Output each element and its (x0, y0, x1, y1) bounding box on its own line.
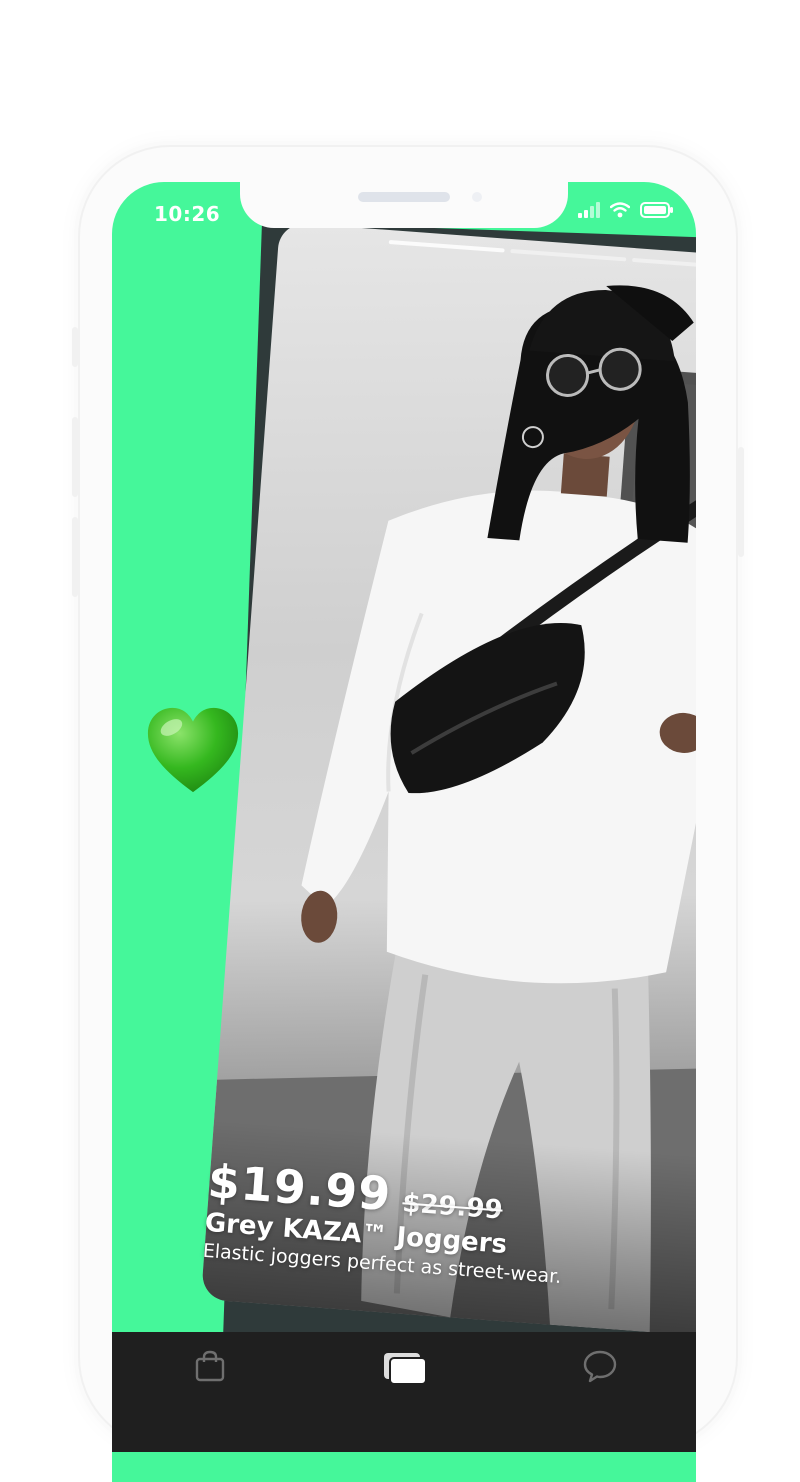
tab-bar (112, 1332, 696, 1452)
speaker-grille (358, 192, 450, 202)
shopping-bag-icon (195, 1350, 225, 1382)
green-heart-icon (147, 707, 239, 793)
wifi-icon (610, 202, 630, 218)
side-button (72, 417, 78, 497)
side-button (72, 517, 78, 597)
side-button (72, 327, 78, 367)
status-time: 10:26 (154, 202, 221, 226)
cards-icon (384, 1353, 427, 1385)
tab-chat[interactable] (580, 1346, 620, 1386)
battery-icon (640, 202, 673, 218)
tab-swipe[interactable] (380, 1346, 430, 1390)
chat-bubble-icon (583, 1350, 617, 1383)
device-notch (240, 182, 568, 228)
tab-shop[interactable] (190, 1346, 230, 1386)
side-button (738, 447, 744, 557)
signal-icon (578, 202, 600, 218)
app-screen: 10:26 $19.99 $29.99 Grey KAZA™ Joggers E… (112, 182, 696, 1482)
original-price: $29.99 (401, 1188, 504, 1226)
front-camera (472, 192, 482, 202)
status-icons (578, 202, 674, 218)
